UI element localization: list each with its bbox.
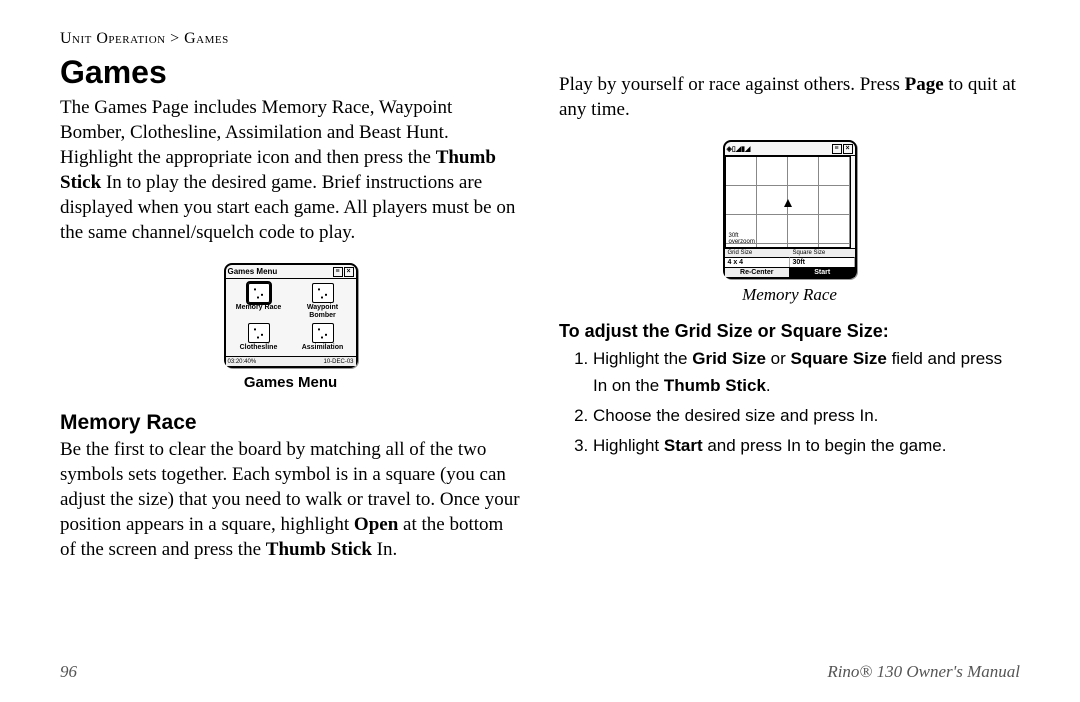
step-3: Highlight Start and press In to begin th… xyxy=(593,433,1020,459)
intro-paragraph: The Games Page includes Memory Race, Way… xyxy=(60,95,521,245)
s1g: . xyxy=(766,376,771,395)
titlebar-icons: ≡× xyxy=(332,266,354,277)
s1f: Thumb Stick xyxy=(664,376,766,395)
grid-size-value: 4 x 4 xyxy=(725,257,790,267)
mr-titlebar-icons-left: ◈▯◢▮◢ xyxy=(727,145,751,153)
menu-icon: ≡ xyxy=(832,144,842,154)
square-size-value: 30ft xyxy=(790,257,855,267)
mr-titlebar-icons: ≡× xyxy=(831,143,853,154)
games-menu-title: Games Menu xyxy=(228,267,278,276)
menu-icon: ≡ xyxy=(333,267,343,277)
s1b: Grid Size xyxy=(692,349,766,368)
game-item-clothesline: Clothesline xyxy=(230,323,288,351)
footer: 96 Rino® 130 Owner's Manual xyxy=(60,662,1020,682)
play-bold-page: Page xyxy=(905,74,944,95)
square-size-label: Square Size xyxy=(790,248,855,257)
mr-map: 30ft overzoom xyxy=(725,156,851,248)
game-item-assimilation: Assimilation xyxy=(294,323,352,351)
page-number: 96 xyxy=(60,662,77,682)
games-menu-titlebar: Games Menu ≡× xyxy=(226,265,356,279)
s1d: Square Size xyxy=(790,349,886,368)
play-text-a: Play by yourself or race against others.… xyxy=(559,74,905,95)
memory-race-icon xyxy=(248,283,270,303)
s3a: Highlight xyxy=(593,436,664,455)
overzoom-label: overzoom xyxy=(729,239,755,245)
assimilation-icon xyxy=(312,323,334,343)
status-date: 10-DEC-03 xyxy=(323,359,353,365)
step-1: Highlight the Grid Size or Square Size f… xyxy=(593,346,1020,399)
game-label: Memory Race xyxy=(230,304,288,311)
memory-race-heading: Memory Race xyxy=(60,411,521,435)
s1c: or xyxy=(766,349,791,368)
intro-text-c: In to play the desired game. Brief instr… xyxy=(60,172,515,243)
memory-race-caption: Memory Race xyxy=(559,285,1020,305)
page: Unit Operation > Games Games The Games P… xyxy=(0,0,1080,702)
memory-race-device: ◈▯◢▮◢ ≡× 30ft overzoom Grid Size Square … xyxy=(723,140,857,279)
memory-race-body: Be the first to clear the board by match… xyxy=(60,437,521,562)
player-cursor-icon xyxy=(784,199,792,207)
mr-text-e: In. xyxy=(372,539,397,560)
step-2: Choose the desired size and press In. xyxy=(593,403,1020,429)
left-column: Games The Games Page includes Memory Rac… xyxy=(60,54,521,644)
game-label: Assimilation xyxy=(294,344,352,351)
adjust-heading: To adjust the Grid Size or Square Size: xyxy=(559,321,1020,342)
games-menu-content: Memory Race Waypoint Bomber Clothesline … xyxy=(226,279,356,355)
clothesline-icon xyxy=(248,323,270,343)
games-menu-status: 03:20:40% 10-DEC-03 xyxy=(226,356,356,366)
games-menu-device: Games Menu ≡× Memory Race Waypoint Bombe… xyxy=(224,263,358,367)
start-button: Start xyxy=(790,268,855,277)
game-item-memory-race: Memory Race xyxy=(230,283,288,319)
memory-race-figure: ◈▯◢▮◢ ≡× 30ft overzoom Grid Size Square … xyxy=(559,140,1020,305)
game-label: Waypoint Bomber xyxy=(294,304,352,319)
close-icon: × xyxy=(344,267,354,277)
manual-name: Rino® 130 Owner's Manual xyxy=(827,662,1020,682)
s3c: and press In to begin the game. xyxy=(703,436,947,455)
close-icon: × xyxy=(843,144,853,154)
right-column: Play by yourself or race against others.… xyxy=(559,54,1020,644)
status-time: 03:20:40% xyxy=(228,359,257,365)
games-menu-caption: Games Menu xyxy=(60,374,521,391)
mr-bold-thumb: Thumb Stick xyxy=(266,539,372,560)
mr-scale: 30ft overzoom xyxy=(729,233,755,245)
game-item-waypoint: Waypoint Bomber xyxy=(294,283,352,319)
grid-size-label: Grid Size xyxy=(725,248,790,257)
adjust-steps: Highlight the Grid Size or Square Size f… xyxy=(559,346,1020,463)
game-label: Clothesline xyxy=(230,344,288,351)
s3b: Start xyxy=(664,436,703,455)
s1a: Highlight the xyxy=(593,349,692,368)
page-title: Games xyxy=(60,54,521,91)
games-menu-figure: Games Menu ≡× Memory Race Waypoint Bombe… xyxy=(60,263,521,390)
breadcrumb: Unit Operation > Games xyxy=(60,30,1020,48)
mr-bold-open: Open xyxy=(354,514,398,535)
mr-fields: Grid Size Square Size 4 x 4 30ft xyxy=(725,248,855,267)
content-columns: Games The Games Page includes Memory Rac… xyxy=(60,54,1020,644)
waypoint-bomber-icon xyxy=(312,283,334,303)
intro-text-a: The Games Page includes Memory Race, Way… xyxy=(60,97,452,168)
play-paragraph: Play by yourself or race against others.… xyxy=(559,72,1020,122)
recenter-button: Re-Center xyxy=(725,268,791,277)
mr-buttons: Re-Center Start xyxy=(725,267,855,277)
mr-titlebar: ◈▯◢▮◢ ≡× xyxy=(725,142,855,156)
